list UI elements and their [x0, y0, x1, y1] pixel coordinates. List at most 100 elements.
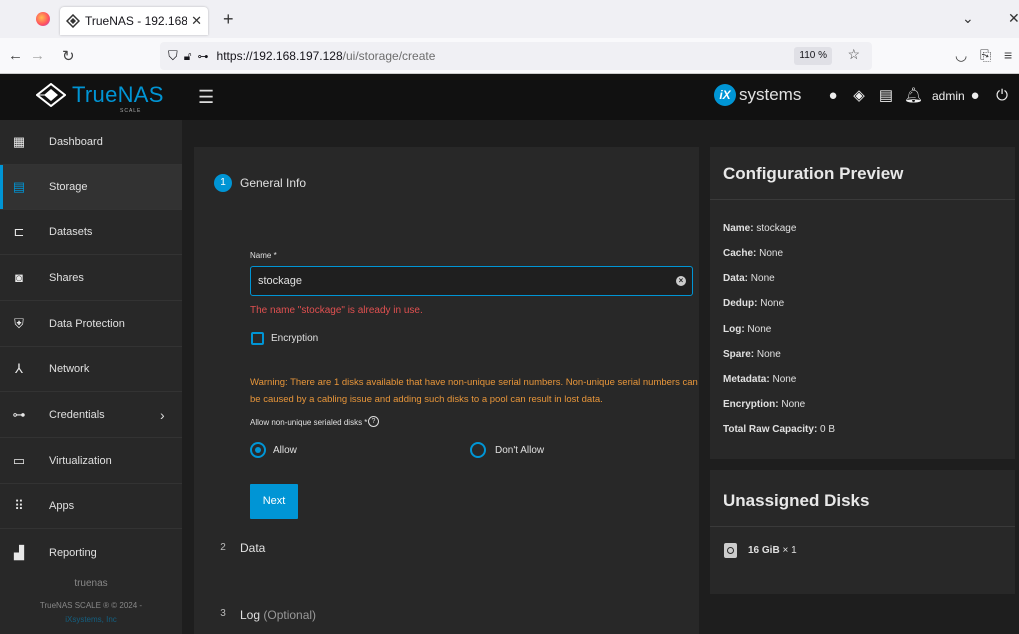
name-label: Name *: [250, 251, 277, 260]
step-number: 1: [214, 174, 232, 192]
truenas-logo-icon: [36, 83, 66, 107]
url-path: /ui/storage/create: [342, 49, 436, 63]
zoom-level[interactable]: 110 %: [794, 47, 832, 65]
dashboard-icon: ▦: [12, 134, 26, 149]
allow-radio[interactable]: [250, 442, 266, 458]
sidebar-item-data-protection[interactable]: ⛨ Data Protection: [0, 302, 182, 347]
step-title-general-info[interactable]: General Info: [240, 176, 306, 190]
sidebar-item-datasets[interactable]: ⊏ Datasets: [0, 210, 182, 255]
configuration-preview-card: Configuration Preview Name: stockage Cac…: [710, 147, 1015, 459]
sidebar-item-network[interactable]: ⅄ Network: [0, 347, 182, 392]
step-title-data[interactable]: Data: [240, 541, 265, 555]
sidebar-item-label: Reporting: [49, 546, 97, 559]
truenas-logo[interactable]: TrueNAS SCALE: [36, 82, 164, 114]
logo-text: TrueNAS: [72, 82, 164, 107]
sidebar-item-credentials[interactable]: ⊶ Credentials ›: [0, 393, 182, 438]
ix-brand-text: systems: [739, 85, 802, 104]
sidebar-item-label: Apps: [49, 500, 75, 512]
sidebar-toggle-icon[interactable]: ☰: [198, 87, 214, 108]
allow-non-unique-label: Allow non-unique serialed disks *: [250, 418, 368, 427]
sidebar-item-label: Network: [49, 363, 90, 375]
back-icon[interactable]: ←: [8, 47, 23, 64]
dont-allow-radio-label[interactable]: Don't Allow: [495, 445, 544, 456]
browser-nav-bar: ← → ↻ ⛉ 🔓︎ ⊶ https://192.168.197.128/ui/…: [0, 38, 1019, 74]
sidebar-item-reporting[interactable]: ▟ Reporting: [0, 530, 182, 575]
preview-line-metadata: Metadata: None: [723, 374, 797, 385]
chevron-right-icon: ›: [160, 407, 165, 423]
hard-disk-icon: [724, 543, 737, 558]
main-content: 1 General Info Name * stockage × The nam…: [182, 120, 1019, 634]
app-top-bar: TrueNAS SCALE ☰ iX systems ● ◈ ▤ 🔔︎ admi…: [0, 74, 1019, 120]
new-tab-icon[interactable]: +: [223, 9, 234, 30]
dont-allow-radio[interactable]: [470, 442, 486, 458]
preview-line-name: Name: stockage: [723, 223, 797, 234]
pocket-icon[interactable]: ◡: [955, 47, 967, 64]
encryption-checkbox[interactable]: [251, 332, 264, 345]
browser-tab-bar: TrueNAS - 192.168.197.12 ✕ + ⌄ ✕: [0, 0, 1019, 38]
help-icon[interactable]: ?: [368, 416, 379, 427]
step-number: 2: [220, 542, 226, 553]
menu-icon[interactable]: ≡: [1004, 47, 1012, 63]
jobs-clipboard-icon[interactable]: ▤: [877, 87, 895, 105]
sidebar-item-dashboard[interactable]: ▦ Dashboard: [0, 120, 182, 165]
shield-icon[interactable]: ⛉: [168, 48, 178, 64]
preview-line-capacity: Total Raw Capacity: 0 B: [723, 424, 836, 435]
directory-services-icon[interactable]: ◈: [850, 87, 868, 105]
unassigned-disks-card: Unassigned Disks 16 GiB × 1: [710, 470, 1015, 594]
sidebar-item-label: Virtualization: [49, 455, 112, 467]
step-number: 3: [220, 608, 226, 619]
browser-tab[interactable]: TrueNAS - 192.168.197.12 ✕: [60, 7, 208, 35]
preview-line-log: Log: None: [723, 324, 772, 335]
copyright-text: TrueNAS SCALE ® © 2024 -: [39, 601, 143, 610]
sidebar-item-label: Datasets: [49, 226, 93, 238]
sidebar: ▦ Dashboard ▤ Storage ⊏ Datasets ◙ Share…: [0, 120, 182, 634]
sidebar-item-shares[interactable]: ◙ Shares: [0, 256, 182, 301]
pool-creation-wizard: 1 General Info Name * stockage × The nam…: [194, 147, 699, 634]
network-icon: ⅄: [15, 361, 23, 376]
user-name[interactable]: admin: [932, 89, 965, 103]
forward-icon[interactable]: →: [30, 47, 45, 64]
step-title-log[interactable]: Log (Optional): [240, 608, 316, 622]
ixsystems-logo[interactable]: iX systems: [714, 84, 801, 106]
sidebar-item-storage[interactable]: ▤ Storage: [0, 165, 182, 210]
apps-grid-icon: ⠿: [14, 498, 24, 513]
name-error-message: The name "stockage" is already in use.: [250, 305, 423, 316]
account-icon[interactable]: ●: [966, 87, 984, 105]
power-icon[interactable]: ⏻: [993, 87, 1011, 105]
next-button[interactable]: Next: [250, 484, 298, 519]
key-icon: ⊶: [12, 407, 26, 422]
sidebar-item-virtualization[interactable]: ▭ Virtualization: [0, 439, 182, 484]
truenas-favicon-icon: [66, 14, 80, 28]
non-unique-serial-warning: Warning: There are 1 disks available tha…: [250, 377, 698, 405]
reload-icon[interactable]: ↻: [62, 47, 75, 65]
divider: [710, 199, 1015, 200]
allow-radio-label[interactable]: Allow: [273, 445, 297, 456]
key-icon[interactable]: ⊶: [198, 50, 209, 63]
window-close-icon[interactable]: ✕: [1008, 10, 1019, 27]
preview-line-cache: Cache: None: [723, 248, 784, 259]
tab-title: TrueNAS - 192.168.197.12: [85, 14, 188, 28]
unassigned-disk-entry: 16 GiB × 1: [748, 545, 797, 556]
divider: [710, 526, 1015, 527]
preview-line-data: Data: None: [723, 273, 775, 284]
list-tabs-icon[interactable]: ⌄: [962, 10, 974, 27]
bookmark-star-icon[interactable]: ☆: [847, 46, 860, 63]
encryption-label[interactable]: Encryption: [271, 333, 318, 344]
close-tab-icon[interactable]: ✕: [191, 13, 202, 29]
truecommand-icon[interactable]: ●: [824, 87, 842, 105]
company-link[interactable]: iXsystems, Inc: [0, 615, 182, 624]
firefox-icon[interactable]: [36, 12, 50, 26]
clear-input-icon[interactable]: ×: [676, 276, 686, 286]
preview-line-encryption: Encryption: None: [723, 399, 806, 410]
extensions-icon[interactable]: ⎘: [980, 47, 991, 64]
preview-line-spare: Spare: None: [723, 349, 781, 360]
alerts-bell-icon[interactable]: 🔔︎: [904, 87, 923, 105]
sidebar-item-apps[interactable]: ⠿ Apps: [0, 484, 182, 529]
chart-icon: ▟: [14, 544, 24, 560]
logo-subtext: SCALE: [120, 108, 142, 114]
sidebar-item-label: Dashboard: [49, 136, 103, 148]
lock-icon[interactable]: 🔓︎: [184, 49, 192, 64]
sidebar-item-label: Credentials: [49, 409, 105, 421]
pool-name-input[interactable]: stockage ×: [250, 266, 693, 296]
url-bar[interactable]: ⛉ 🔓︎ ⊶ https://192.168.197.128/ui/storag…: [160, 42, 872, 70]
